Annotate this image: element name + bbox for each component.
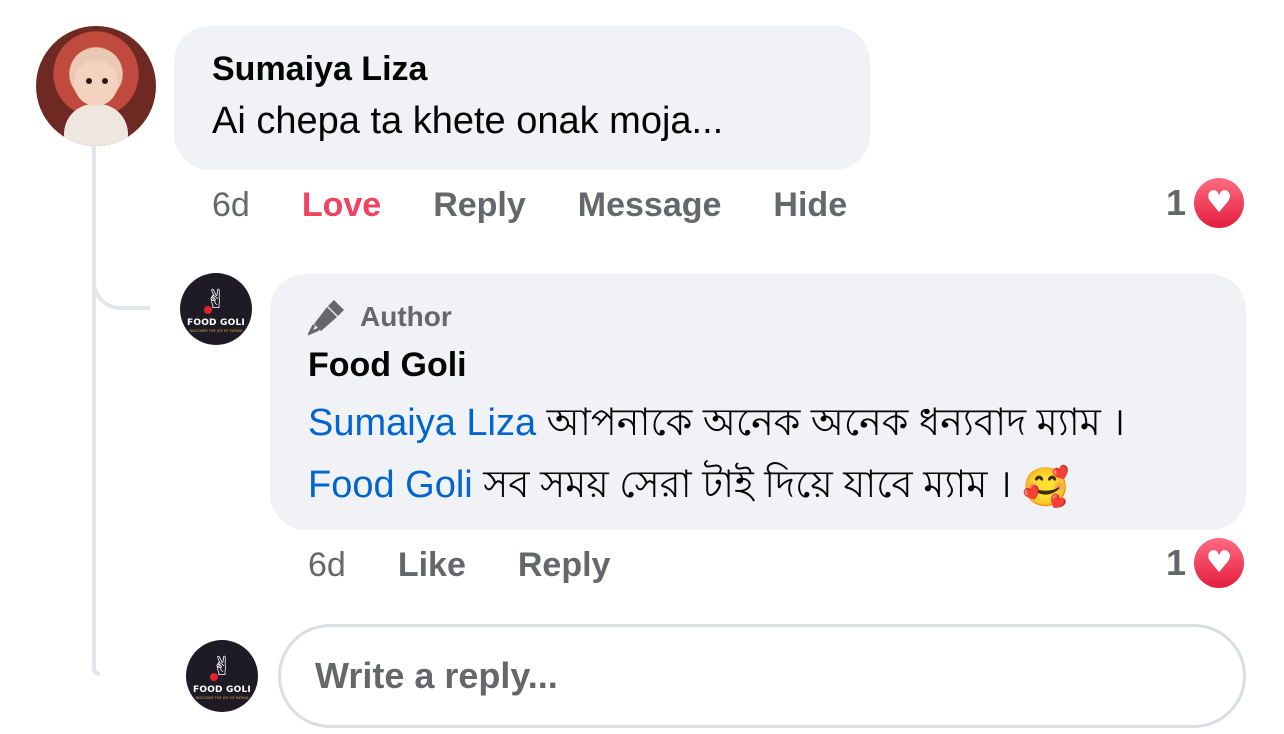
reply-reactions[interactable]: 1 ♥ [1166,538,1245,588]
logo-text: FOOD GOLI [193,684,251,695]
like-button[interactable]: Like [398,546,466,585]
reply-actions: 6d Like Reply [308,546,662,585]
logo-text: FOOD GOLI [187,317,245,328]
mention-link[interactable]: Sumaiya Liza [308,402,536,444]
comment-reactions[interactable]: 1 ♥ [1166,178,1245,228]
reaction-count: 1 [1166,542,1187,583]
comment-text: Ai chepa ta khete onak moja... [212,100,724,142]
reaction-count: 1 [1166,182,1187,223]
reply-button[interactable]: Reply [433,186,526,225]
mention-link[interactable]: Food Goli [308,464,473,506]
heart-icon: ♥ [1194,178,1245,228]
composer-avatar[interactable]: ✌ FOOD GOLI DISCOVER THE JOY OF EATING [186,640,258,712]
avatar-face [74,60,118,106]
avatar-eye [102,78,108,84]
logo-tagline: DISCOVER THE JOY OF EATING [195,695,249,700]
comment-timestamp[interactable]: 6d [212,186,250,225]
microphone-icon [308,300,344,336]
author-badge: Author [308,298,452,336]
reply-author-name[interactable]: Food Goli [308,346,467,385]
avatar-eye [86,78,92,84]
reply-text: Sumaiya Liza আপনাকে অনেক অনেক ধন্যবাদ ম্… [308,392,1218,518]
message-button[interactable]: Message [578,186,722,225]
reply-timestamp[interactable]: 6d [308,546,346,585]
logo-dot [210,672,218,681]
logo-dot [204,305,212,314]
smiling-hearts-emoji-icon: 🥰 [1022,464,1070,509]
reply-text-segment: সব সময় সেরা টাই দিয়ে যাবে ম্যাম । [472,464,1023,506]
comment-actions: 6d Love Reply Message Hide [212,186,899,225]
heart-icon: ♥ [1194,538,1245,588]
hide-button[interactable]: Hide [773,186,847,225]
thread-branch [92,250,150,310]
page-avatar[interactable]: ✌ FOOD GOLI DISCOVER THE JOY OF EATING [180,273,252,345]
commenter-avatar[interactable] [36,26,156,146]
comment-bubble [174,26,870,170]
avatar-body [64,104,128,146]
thread-line [92,146,100,676]
logo-tagline: DISCOVER THE JOY OF EATING [189,328,243,333]
reply-button[interactable]: Reply [518,546,611,585]
author-badge-label: Author [360,301,452,332]
love-button[interactable]: Love [302,186,381,225]
reply-input[interactable] [278,624,1246,728]
reply-text-segment: আপনাকে অনেক অনেক ধন্যবাদ ম্যাম । [536,402,1125,444]
comment-author-name[interactable]: Sumaiya Liza [212,50,427,89]
